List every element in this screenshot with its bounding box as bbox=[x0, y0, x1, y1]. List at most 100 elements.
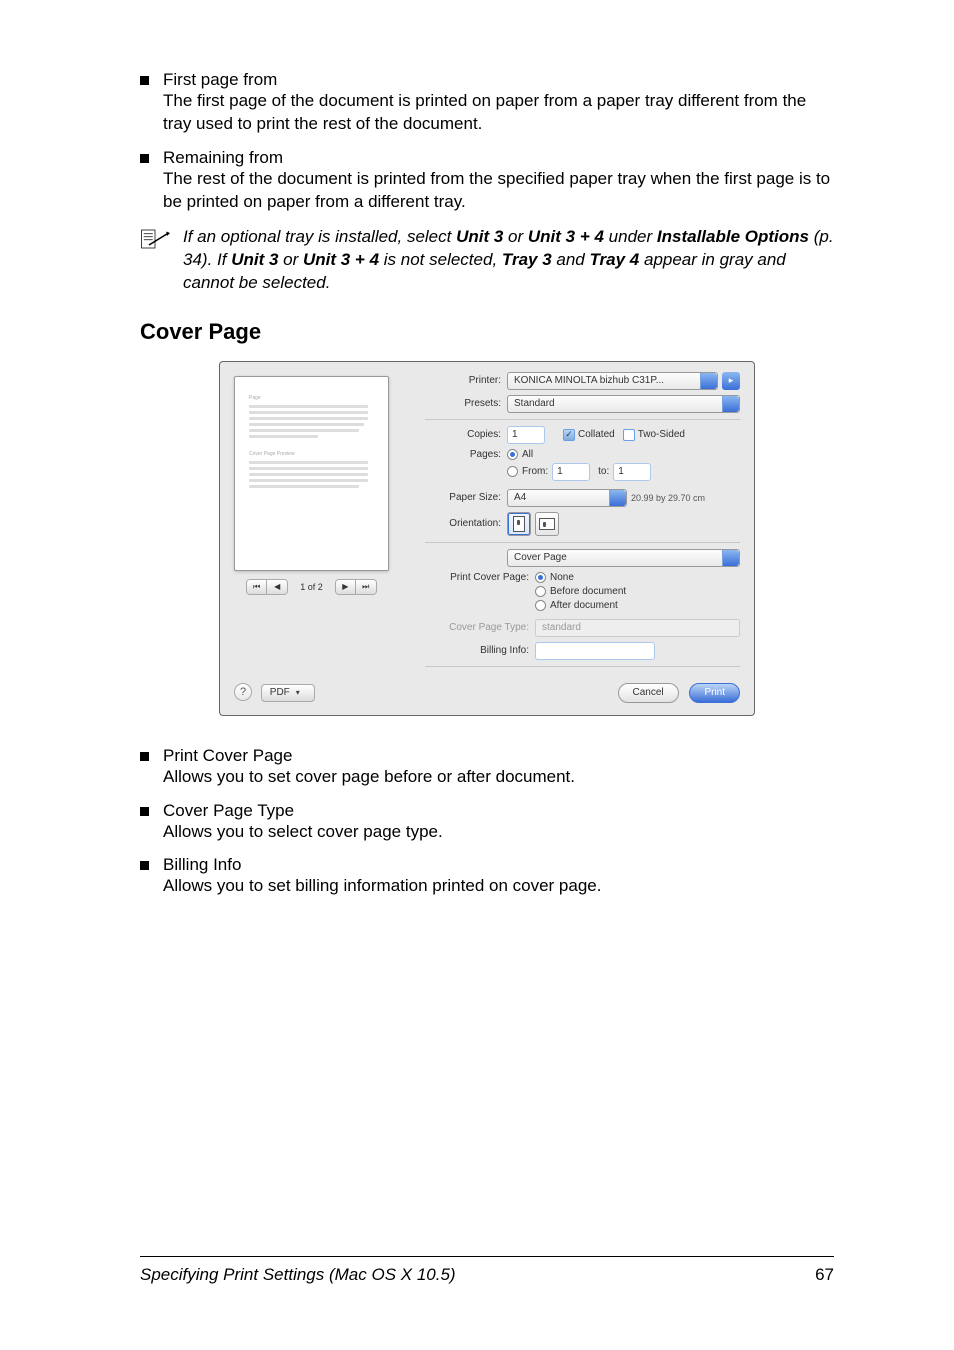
bullet-print-cover-page: Print Cover Page Allows you to set cover… bbox=[140, 746, 834, 789]
t: Unit 3 bbox=[231, 250, 278, 269]
printer-expand-icon[interactable]: ▸ bbox=[722, 372, 740, 390]
v: standard bbox=[542, 622, 581, 633]
pcp-none-radio[interactable] bbox=[535, 572, 546, 583]
dialog-footer: ? PDF Cancel Print bbox=[234, 683, 740, 703]
print-dialog-screenshot: Page Cover Page Preview bbox=[140, 361, 834, 716]
presets-select[interactable]: Standard bbox=[507, 395, 740, 413]
pages-from-radio[interactable] bbox=[507, 466, 518, 477]
papersize-value: A4 bbox=[514, 492, 526, 503]
pcp-before-radio[interactable] bbox=[535, 586, 546, 597]
t: If an optional tray is installed, select bbox=[183, 227, 456, 246]
bullet-marker bbox=[140, 807, 149, 816]
papersize-label: Paper Size: bbox=[425, 492, 507, 503]
section-heading-cover-page: Cover Page bbox=[140, 319, 834, 345]
nav-next-icon[interactable]: ▶ bbox=[336, 580, 356, 594]
help-button[interactable]: ? bbox=[234, 683, 252, 701]
portrait-icon bbox=[513, 516, 525, 532]
bullet-first-page-from: First page from The first page of the do… bbox=[140, 70, 834, 136]
bullet-marker bbox=[140, 752, 149, 761]
presets-value: Standard bbox=[514, 398, 555, 409]
bullet-billing-info: Billing Info Allows you to set billing i… bbox=[140, 855, 834, 898]
t: Installable Options bbox=[657, 227, 809, 246]
pcp-before-label: Before document bbox=[550, 586, 626, 597]
v: PDF bbox=[270, 687, 290, 698]
nav-last-icon[interactable]: ⏭ bbox=[356, 580, 376, 594]
pcp-none-label: None bbox=[550, 572, 574, 583]
collated-checkbox[interactable] bbox=[563, 429, 575, 441]
orientation-landscape-button[interactable] bbox=[535, 512, 559, 536]
page: First page from The first page of the do… bbox=[0, 0, 954, 1350]
t: Unit 3 + 4 bbox=[303, 250, 379, 269]
t: Unit 3 bbox=[456, 227, 503, 246]
preview-column: Page Cover Page Preview bbox=[234, 372, 419, 673]
v: 1 bbox=[618, 466, 624, 477]
t: Tray 3 bbox=[502, 250, 552, 269]
pdf-menu-button[interactable]: PDF bbox=[261, 684, 315, 702]
billing-info-input[interactable] bbox=[535, 642, 655, 660]
page-number: 67 bbox=[815, 1265, 834, 1285]
note: If an optional tray is installed, select… bbox=[140, 226, 834, 295]
t: Tray 4 bbox=[589, 250, 639, 269]
t: or bbox=[278, 250, 303, 269]
v: 1 bbox=[557, 466, 563, 477]
page-footer: Specifying Print Settings (Mac OS X 10.5… bbox=[140, 1256, 834, 1290]
twosided-label: Two-Sided bbox=[638, 429, 685, 440]
bullet-desc: The rest of the document is printed from… bbox=[163, 168, 834, 214]
pages-from-label: From: bbox=[522, 466, 548, 477]
copies-label: Copies: bbox=[425, 429, 507, 440]
preview-nav: ⏮ ◀ 1 of 2 ▶ ⏭ bbox=[234, 579, 389, 595]
billing-info-label: Billing Info: bbox=[425, 645, 535, 656]
pcp-after-radio[interactable] bbox=[535, 600, 546, 611]
collated-label: Collated bbox=[578, 429, 615, 440]
pages-label: Pages: bbox=[425, 449, 507, 460]
copies-input[interactable]: 1 bbox=[507, 426, 545, 444]
printer-label: Printer: bbox=[425, 375, 507, 386]
bullet-cover-page-type: Cover Page Type Allows you to select cov… bbox=[140, 801, 834, 844]
twosided-checkbox[interactable] bbox=[623, 429, 635, 441]
cancel-button[interactable]: Cancel bbox=[618, 683, 679, 703]
bullet-title: Billing Info bbox=[163, 855, 241, 875]
t: under bbox=[604, 227, 657, 246]
bullet-marker bbox=[140, 154, 149, 163]
printer-select[interactable]: KONICA MINOLTA bizhub C31P... bbox=[507, 372, 718, 390]
printer-value: KONICA MINOLTA bizhub C31P... bbox=[514, 375, 664, 386]
note-icon bbox=[140, 228, 170, 250]
presets-label: Presets: bbox=[425, 398, 507, 409]
nav-prev-icon[interactable]: ◀ bbox=[267, 580, 287, 594]
settings-column: Printer: KONICA MINOLTA bizhub C31P... ▸… bbox=[419, 372, 740, 673]
copies-value: 1 bbox=[512, 429, 518, 440]
bullet-desc: Allows you to set cover page before or a… bbox=[163, 766, 834, 789]
print-button[interactable]: Print bbox=[689, 683, 740, 703]
section-value: Cover Page bbox=[514, 552, 567, 563]
bullet-title: First page from bbox=[163, 70, 277, 90]
orientation-label: Orientation: bbox=[425, 518, 507, 529]
t: Unit 3 + 4 bbox=[528, 227, 604, 246]
t: and bbox=[552, 250, 590, 269]
bullet-title: Print Cover Page bbox=[163, 746, 292, 766]
section-select[interactable]: Cover Page bbox=[507, 549, 740, 567]
papersize-select[interactable]: A4 bbox=[507, 489, 627, 507]
note-text: If an optional tray is installed, select… bbox=[178, 226, 834, 295]
bullet-title: Cover Page Type bbox=[163, 801, 294, 821]
v: Print bbox=[704, 687, 725, 698]
bullet-desc: Allows you to select cover page type. bbox=[163, 821, 834, 844]
landscape-icon bbox=[539, 518, 555, 530]
nav-first-icon[interactable]: ⏮ bbox=[247, 580, 267, 594]
print-cover-page-label: Print Cover Page: bbox=[425, 572, 535, 583]
orientation-portrait-button[interactable] bbox=[507, 512, 531, 536]
papersize-note: 20.99 by 29.70 cm bbox=[631, 493, 705, 503]
pages-all-label: All bbox=[522, 449, 533, 460]
bullet-title: Remaining from bbox=[163, 148, 283, 168]
bullet-desc: Allows you to set billing information pr… bbox=[163, 875, 834, 898]
cover-page-type-label: Cover Page Type: bbox=[425, 622, 535, 633]
bullet-marker bbox=[140, 76, 149, 85]
pages-to-input[interactable]: 1 bbox=[613, 463, 651, 481]
pages-from-input[interactable]: 1 bbox=[552, 463, 590, 481]
bullet-marker bbox=[140, 861, 149, 870]
bullet-desc: The first page of the document is printe… bbox=[163, 90, 834, 136]
print-dialog: Page Cover Page Preview bbox=[219, 361, 755, 716]
pages-all-radio[interactable] bbox=[507, 449, 518, 460]
t: or bbox=[503, 227, 528, 246]
pcp-after-label: After document bbox=[550, 600, 618, 611]
pages-to-label: to: bbox=[598, 466, 609, 477]
